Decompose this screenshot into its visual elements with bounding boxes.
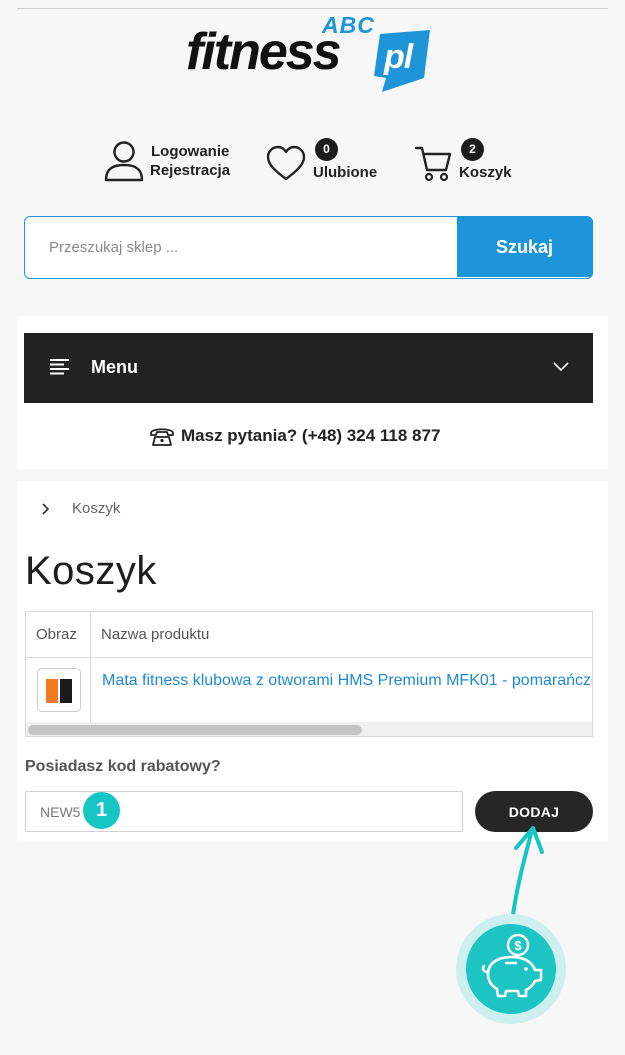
chevron-down-icon <box>553 362 569 372</box>
wishlist-label: Ulubione <box>313 164 378 181</box>
hamburger-icon <box>50 359 69 375</box>
phone-icon <box>150 428 174 446</box>
contact-text: Masz pytania? (+48) 324 118 877 <box>181 426 441 445</box>
login-link[interactable]: Logowanie <box>151 143 229 160</box>
navigation-card: Menu Masz pytania? (+48) 324 118 877 <box>17 316 608 469</box>
contact-phone[interactable]: Masz pytania? (+48) 324 118 877 <box>149 424 489 450</box>
register-link[interactable]: Rejestracja <box>150 162 230 179</box>
account-link[interactable]: Logowanie Rejestracja <box>104 140 244 184</box>
table-row-name-cell: Mata fitness klubowa z otworami HMS Prem… <box>91 658 592 722</box>
search-button[interactable]: Szukaj <box>457 217 592 277</box>
wishlist-count-badge: 0 <box>315 138 338 161</box>
dollar-coin-icon: $ <box>514 938 522 953</box>
breadcrumb-current: Koszyk <box>72 500 121 517</box>
column-header-product-name: Nazwa produktu <box>91 612 592 658</box>
step-number-badge: 1 <box>83 792 120 829</box>
heart-icon <box>266 145 306 181</box>
column-header-image-label: Obraz <box>36 626 77 643</box>
scrollbar-thumb[interactable] <box>28 725 362 735</box>
column-header-image: Obraz <box>26 612 91 658</box>
chevron-right-icon <box>42 503 50 515</box>
site-logo[interactable]: ABC fitness pl <box>186 12 436 102</box>
cart-count-badge: 2 <box>461 138 484 161</box>
search-input[interactable] <box>25 217 458 277</box>
column-header-product-name-label: Nazwa produktu <box>101 626 210 643</box>
logo-pl: pl <box>384 38 413 76</box>
cart-table: Obraz Nazwa produktu Mata fitness klubow… <box>25 611 593 737</box>
menu-label: Menu <box>91 357 138 377</box>
cart-label: Koszyk <box>459 164 512 181</box>
horizontal-scrollbar[interactable] <box>26 722 592 736</box>
logo-fitness: fitness <box>186 23 342 81</box>
product-link[interactable]: Mata fitness klubowa z otworami HMS Prem… <box>102 672 592 690</box>
table-row-image-cell <box>26 658 91 722</box>
cart-link[interactable]: 2 Koszyk <box>414 138 524 184</box>
cart-icon <box>414 146 452 182</box>
piggy-bank-icon: $ <box>481 933 543 998</box>
product-thumbnail[interactable] <box>37 668 81 712</box>
page-title: Koszyk <box>25 549 157 593</box>
piggy-bank-badge: $ <box>466 924 556 1014</box>
search-bar: Szukaj <box>24 216 593 279</box>
user-icon <box>104 141 144 182</box>
pointer-arrow-icon <box>510 826 544 924</box>
wishlist-link[interactable]: 0 Ulubione <box>266 138 386 184</box>
top-divider <box>17 8 608 9</box>
cart-content: Koszyk Koszyk Obraz Nazwa produktu Mata … <box>17 481 608 842</box>
coupon-label: Posiadasz kod rabatowy? <box>25 758 221 775</box>
menu-toggle[interactable]: Menu <box>24 333 593 403</box>
